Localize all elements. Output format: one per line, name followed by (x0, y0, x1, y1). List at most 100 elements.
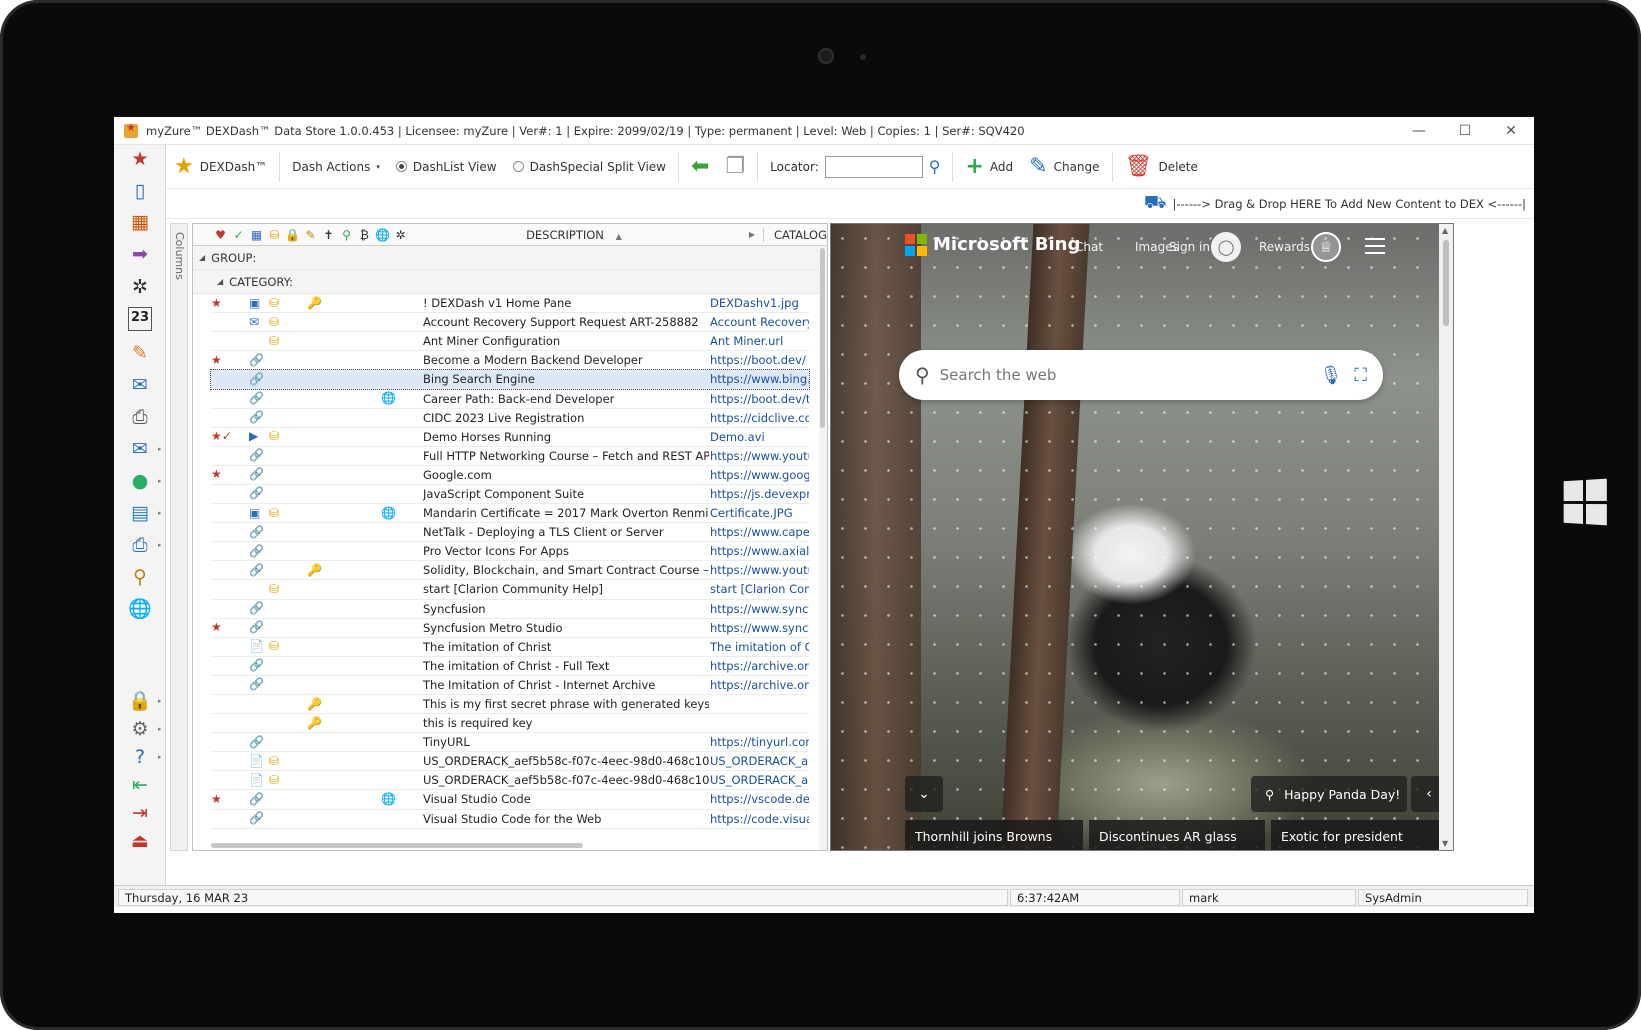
scroll-up-icon[interactable]: ▲ (1442, 226, 1448, 235)
dash-actions-menu[interactable]: Dash Actions ▾ (284, 160, 388, 174)
lock-icon[interactable]: 🔒 (128, 689, 152, 713)
map-icon[interactable]: ▤ (128, 501, 152, 525)
email-icon[interactable]: ✉ (128, 437, 152, 461)
table-row[interactable]: ⛁ start [Clarion Community Help] start [Cl… (211, 580, 809, 600)
table-row[interactable]: 📄 ⛁ The imitation of Christ The imitation o… (211, 638, 809, 657)
help-expand-icon[interactable]: ▸ (158, 753, 162, 761)
openai-col-icon[interactable]: ✲ (393, 228, 408, 242)
table-row[interactable]: 🔗 NetTalk - Deploying a TLS Client or Ser… (211, 523, 809, 543)
maximize-icon[interactable]: ☐ (1442, 123, 1488, 139)
back-button[interactable]: ⬅ (683, 155, 717, 178)
row-catalog[interactable]: https://www.syncfu (710, 602, 809, 616)
bing-search-input[interactable] (939, 366, 1280, 384)
table-row[interactable]: ✉ ⛁ Account Recovery Support Request ART-2… (211, 313, 809, 333)
table-row[interactable]: 🔗 Pro Vector Icons For Apps https://www.ax… (211, 542, 809, 562)
row-catalog[interactable]: US_ORDERACK_aef (710, 773, 809, 787)
row-catalog[interactable]: https://code.visual: (710, 812, 809, 826)
check-col-icon[interactable]: ✓ (231, 228, 246, 242)
key-search-icon[interactable]: ⚲ (128, 565, 152, 589)
favorite-col-icon[interactable]: ♥ (213, 228, 228, 242)
dashlist-view-radio[interactable]: DashList View (388, 160, 505, 174)
globe-icon[interactable]: 🌐 (128, 597, 152, 621)
row-catalog[interactable]: https://boot.dev/ (710, 353, 809, 367)
trophy-icon[interactable]: ♕ (1311, 232, 1341, 262)
row-catalog[interactable]: Ant Miner.url (710, 334, 809, 348)
minimize-icon[interactable]: — (1396, 123, 1442, 139)
row-catalog[interactable]: The imitation of Ch (710, 640, 809, 654)
printer-icon[interactable]: ⎙ (128, 405, 152, 429)
logout-icon[interactable]: ⇥ (128, 801, 152, 825)
row-catalog[interactable]: start [Clarion Comr (710, 582, 809, 596)
row-catalog[interactable]: https://www.youtu (710, 449, 809, 463)
table-row[interactable]: 📄 ⛁ US_ORDERACK_aef5b58c-f07c-4eec-98d0-46… (211, 771, 809, 791)
row-catalog[interactable]: https://www.bing.c (710, 372, 809, 386)
row-catalog[interactable]: https://www.googl (710, 468, 809, 482)
row-catalog[interactable]: https://boot.dev/tr (710, 392, 809, 406)
column-expand-icon[interactable]: ▶ (749, 230, 755, 239)
login-icon[interactable]: ⇤ (128, 773, 152, 797)
row-catalog[interactable]: https://cidclive.cor (710, 411, 809, 425)
apps-icon[interactable]: ▦ (128, 210, 152, 234)
calendar-icon[interactable]: 23 (128, 307, 152, 331)
row-catalog[interactable]: https://www.syncfu (710, 621, 809, 635)
news-card-3[interactable]: Exotic for president (1271, 820, 1441, 850)
row-catalog[interactable]: DEXDashv1.jpg (710, 296, 809, 310)
rewards-link[interactable]: Rewards (1259, 240, 1310, 254)
row-catalog[interactable]: https://js.devexpre (710, 487, 809, 501)
news-card-1[interactable]: Thornhill joins Browns (905, 820, 1083, 850)
copy-button[interactable]: ❐ (717, 155, 753, 178)
row-catalog[interactable]: https://archive.org, (710, 678, 809, 692)
locator-input[interactable] (824, 155, 923, 178)
map-expand-icon[interactable]: ▸ (158, 509, 162, 517)
dashspecial-split-radio[interactable]: DashSpecial Split View (505, 160, 674, 174)
add-button[interactable]: + Add (957, 155, 1021, 178)
windows-logo-icon[interactable] (1563, 478, 1607, 526)
scroll-down-icon[interactable]: ▼ (1442, 839, 1448, 848)
row-catalog[interactable]: https://archive.org, (710, 659, 809, 673)
exit-icon[interactable]: ⏏ (128, 829, 152, 853)
user-avatar-icon[interactable]: ◯ (1211, 232, 1241, 262)
help-icon[interactable]: ? (128, 745, 152, 769)
settings-icon[interactable]: ⚙ (128, 717, 152, 741)
print-expand-icon[interactable]: ▸ (158, 541, 162, 549)
table-row[interactable]: ★ 🔗 Google.com https://www.googl (211, 466, 809, 485)
bing-search-box[interactable]: ⚲ 🎙 ⛶ (899, 350, 1383, 400)
share-arrow-icon[interactable]: ➡ (128, 242, 152, 266)
email-expand-icon[interactable]: ▸ (158, 445, 162, 453)
row-catalog[interactable]: https://tinyurl.com (710, 735, 809, 749)
sms-icon[interactable]: ● (128, 469, 152, 493)
close-icon[interactable]: ✕ (1488, 123, 1534, 139)
category-row[interactable]: ◢ CATEGORY: (193, 270, 827, 294)
table-row[interactable]: ⛁ Ant Miner Configuration Ant Miner.url (211, 332, 809, 352)
location-col-icon[interactable]: ⚲ (339, 228, 354, 242)
database-col-icon[interactable]: ⛁ (267, 228, 282, 242)
table-row[interactable]: ★ 🔗 🌐 Visual Studio Code https://vscode.dev/ (211, 790, 809, 810)
lock-col-icon[interactable]: 🔒 (285, 228, 300, 242)
row-catalog[interactable]: Account Recovery (710, 315, 809, 329)
table-row[interactable]: 🔗 CIDC 2023 Live Registration https://cidc… (211, 409, 809, 428)
delete-button[interactable]: 🗑 Delete (1117, 155, 1206, 178)
grid-horizontal-scrollbar[interactable] (211, 843, 583, 848)
print-icon[interactable]: ⎙ (128, 533, 152, 557)
expand-feed-button[interactable]: ⌄ (905, 776, 943, 812)
bitcoin-col-icon[interactable]: ₿ (357, 228, 372, 242)
openai-icon[interactable]: ✲ (128, 275, 152, 299)
microsoft-logo-icon[interactable] (905, 234, 927, 256)
sign-in-link[interactable]: Sign in (1169, 240, 1210, 254)
table-row[interactable]: 🔗 🌐 Career Path: Back-end Developer https:/… (211, 389, 809, 409)
settings-expand-icon[interactable]: ▸ (158, 725, 162, 733)
table-row[interactable]: 🔗 The imitation of Christ - Full Text http… (211, 657, 809, 676)
group-row[interactable]: ◢ GROUP: (193, 246, 827, 270)
description-column-header[interactable]: DESCRIPTION ▲ (479, 228, 669, 242)
visual-search-icon[interactable]: ⛶ (1354, 365, 1367, 386)
collapse-icon[interactable]: ◢ (217, 277, 223, 286)
collapse-icon[interactable]: ◢ (199, 253, 205, 262)
browser-scroll-thumb[interactable] (1443, 240, 1449, 326)
table-row[interactable]: ★✓ ▶ ⛁ Demo Horses Running Demo.avi (211, 428, 809, 447)
globe-col-icon[interactable]: 🌐 (375, 228, 390, 242)
hamburger-menu-icon[interactable] (1365, 238, 1385, 254)
columns-tab[interactable]: Columns (170, 223, 188, 851)
table-row[interactable]: ★ 🔗 Become a Modern Backend Developer https… (211, 351, 809, 371)
table-row[interactable]: ▣ ⛁ 🌐 Mandarin Certificate = 2017 Mark Over… (211, 504, 809, 524)
table-row[interactable]: 🔑 this is required key (211, 714, 809, 734)
